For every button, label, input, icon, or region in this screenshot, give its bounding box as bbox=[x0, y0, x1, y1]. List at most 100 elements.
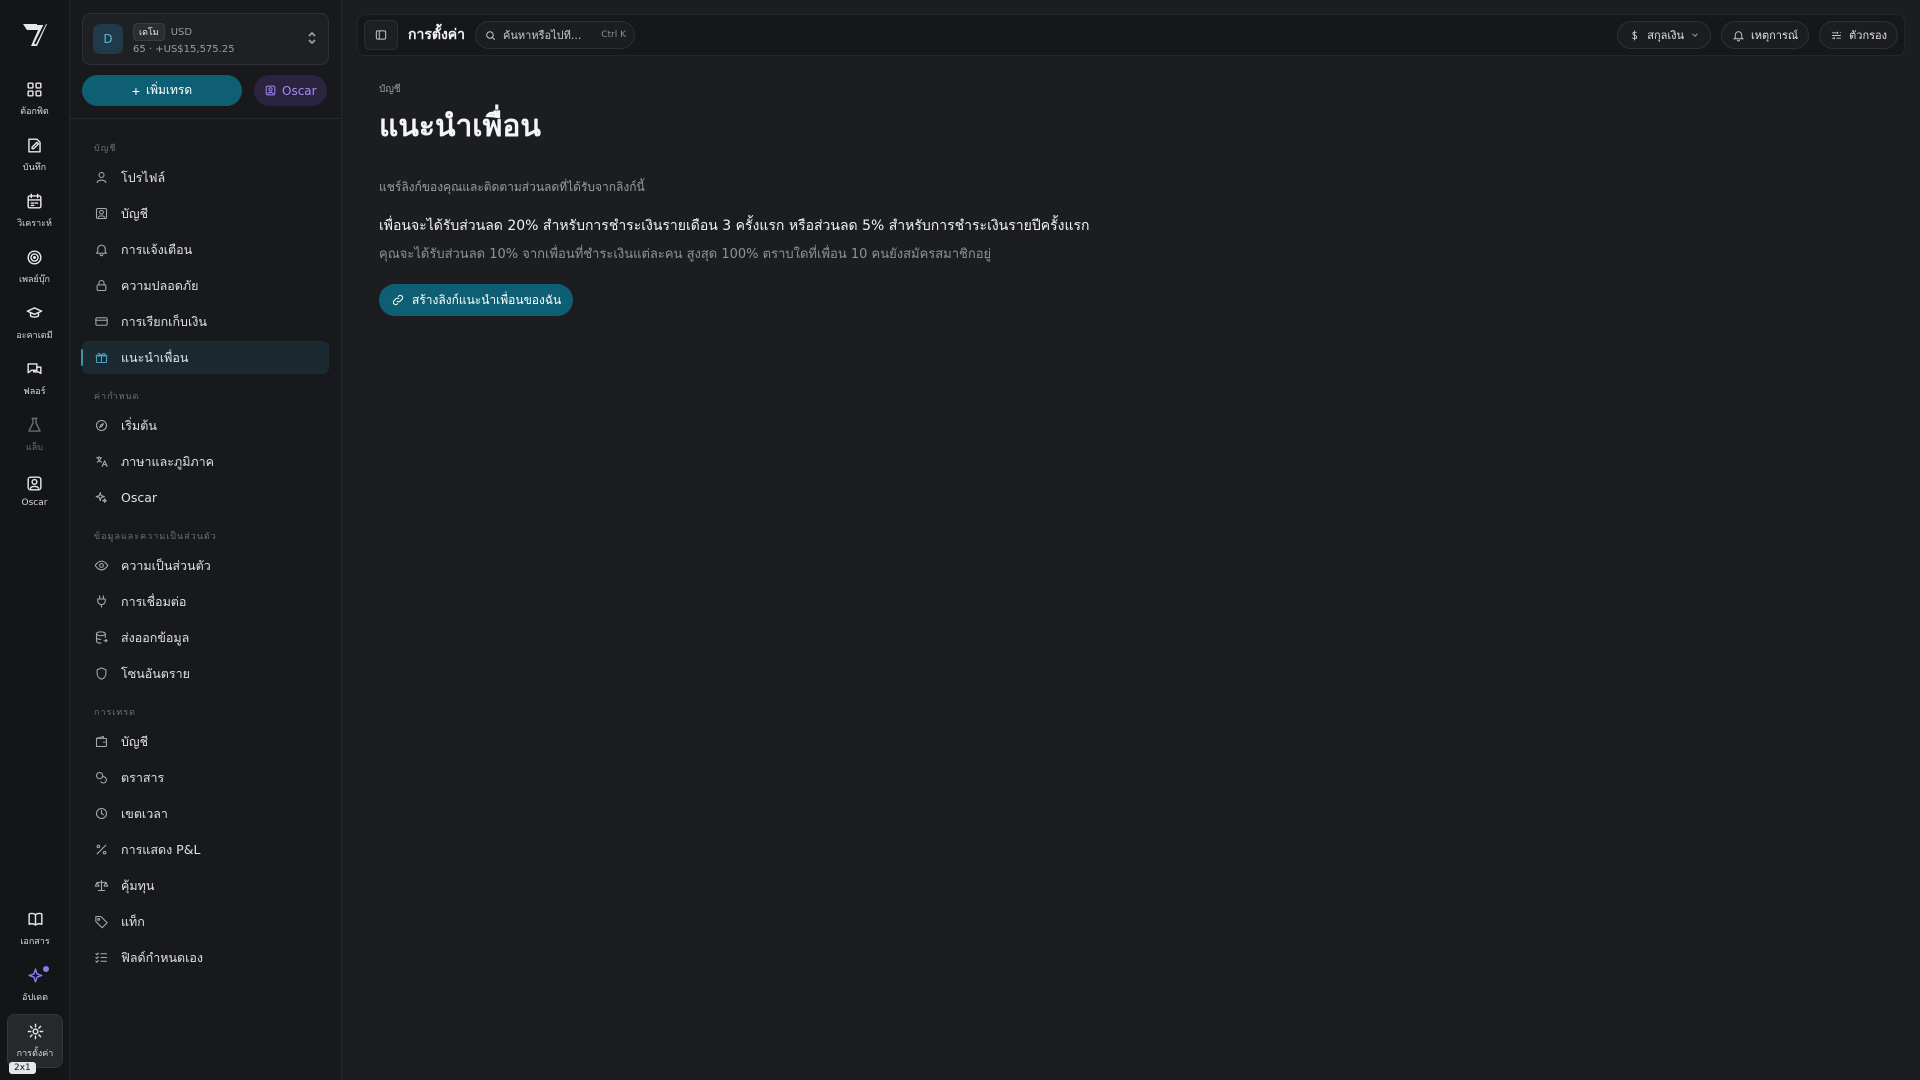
sidebar-item-language[interactable]: ภาษาและภูมิภาค bbox=[82, 445, 329, 478]
rail-item-analytics[interactable]: วิเคราะห์ bbox=[7, 184, 63, 238]
search-shortcut: Ctrl K bbox=[601, 30, 627, 40]
rail-item-floor[interactable]: ฟลอร์ bbox=[7, 352, 63, 406]
rail-item-academy[interactable]: อะคาเดมี bbox=[7, 296, 63, 350]
sidebar-item-label: ภาษาและภูมิภาค bbox=[121, 453, 215, 469]
sidebar-item-pnl-display[interactable]: การแสดง P&L bbox=[82, 833, 329, 866]
add-trade-button[interactable]: + เพิ่มเทรด bbox=[82, 75, 242, 106]
gear-icon bbox=[27, 1023, 43, 1040]
sidebar-item-instruments[interactable]: ตราสาร bbox=[82, 761, 329, 794]
rail-item-settings[interactable]: การตั้งค่า bbox=[7, 1014, 63, 1068]
app-logo-icon[interactable] bbox=[17, 16, 53, 52]
flask-icon bbox=[28, 417, 41, 432]
add-trade-label: เพิ่มเทรด bbox=[146, 83, 193, 97]
sidebar-item-label: การแสดง P&L bbox=[121, 841, 201, 857]
rail-label: เอกสาร bbox=[20, 937, 50, 947]
sidebar-item-label: เขตเวลา bbox=[121, 805, 168, 821]
search-box[interactable]: Ctrl K bbox=[475, 21, 636, 49]
lock-icon bbox=[96, 279, 107, 292]
coins-icon bbox=[95, 771, 107, 784]
currency-label: สกุลเงิน bbox=[1647, 29, 1685, 42]
rail-label: อะคาเดมี bbox=[16, 331, 53, 341]
rail-item-journal[interactable]: บันทึก bbox=[7, 128, 63, 182]
sidebar-item-label: คุ้มทุน bbox=[121, 877, 155, 893]
dashboard-icon bbox=[27, 82, 42, 97]
rail-label: บันทึก bbox=[22, 163, 47, 173]
user-icon bbox=[96, 171, 107, 184]
rail-item-updates[interactable]: อัปเดต bbox=[7, 958, 63, 1012]
divider bbox=[70, 118, 341, 119]
sidebar-item-security[interactable]: ความปลอดภัย bbox=[82, 269, 329, 302]
eye-icon bbox=[94, 560, 109, 571]
plug-icon bbox=[97, 595, 106, 608]
account-switcher[interactable]: D เดโม USD 65 · +US$15,575.25 bbox=[82, 13, 329, 65]
sidebar-item-notifications[interactable]: การแจ้งเตือน bbox=[82, 233, 329, 266]
search-input[interactable] bbox=[503, 28, 596, 42]
create-referral-link-label: สร้างลิงก์แนะนำเพื่อนของฉัน bbox=[412, 292, 562, 307]
scale-icon bbox=[94, 879, 109, 892]
sidebar-item-account[interactable]: บัญชี bbox=[82, 197, 329, 230]
section-title-account: บัญชี bbox=[94, 144, 117, 154]
notification-dot bbox=[43, 966, 49, 972]
sidebar-item-label: โปรไฟล์ bbox=[121, 169, 166, 185]
oscar-icon bbox=[265, 85, 276, 96]
chevron-updown-icon bbox=[306, 30, 318, 49]
sidebar-item-tags[interactable]: แท็ก bbox=[82, 905, 329, 938]
referral-section: บัญชี แนะนำเพื่อน แชร์ลิงก์ของคุณและติดต… bbox=[342, 56, 1920, 316]
rail-item-docs[interactable]: เอกสาร bbox=[7, 902, 63, 956]
sidebar-item-privacy[interactable]: ความเป็นส่วนตัว bbox=[82, 549, 329, 582]
sidebar-item-export[interactable]: ส่งออกข้อมูล bbox=[82, 621, 329, 654]
sidebar-item-trading-accounts[interactable]: บัญชี bbox=[82, 725, 329, 758]
sidebar-item-referral[interactable]: แนะนำเพื่อน bbox=[81, 341, 329, 374]
sidebar-item-label: Oscar bbox=[121, 490, 158, 505]
rail-bottom: เอกสาร อัปเดต การตั้งค่า bbox=[7, 902, 63, 1070]
sidebar-item-oscar[interactable]: Oscar bbox=[82, 481, 329, 514]
settings-sidebar: D เดโม USD 65 · +US$15,575.25 + เพิ่มเทร… bbox=[70, 0, 342, 1080]
id-card-icon bbox=[95, 207, 108, 220]
oscar-icon bbox=[27, 476, 42, 491]
plus-icon: + bbox=[131, 82, 140, 99]
sidebar-item-label: เริ่มต้น bbox=[121, 417, 157, 433]
sidebar-item-label: ความปลอดภัย bbox=[121, 277, 199, 293]
rail-label: Oscar bbox=[21, 498, 48, 508]
sidebar-item-billing[interactable]: การเรียกเก็บเงิน bbox=[82, 305, 329, 338]
sidebar-item-label: บัญชี bbox=[121, 205, 149, 221]
chevron-down-icon bbox=[1692, 33, 1698, 37]
toggle-sidebar-button[interactable] bbox=[364, 20, 398, 50]
account-balance: 65 · +US$15,575.25 bbox=[133, 44, 235, 55]
zoom-badge: 2x1 bbox=[9, 1062, 36, 1074]
currency-dropdown[interactable]: สกุลเงิน bbox=[1617, 21, 1712, 49]
bell-icon bbox=[1733, 30, 1744, 41]
top-bar: การตั้งค่า Ctrl K สกุลเงิน เหตุการณ์ ตัว… bbox=[357, 14, 1905, 56]
sidebar-item-label: แนะนำเพื่อน bbox=[121, 349, 189, 365]
oscar-button[interactable]: Oscar bbox=[254, 75, 327, 106]
sidebar-item-label: ความเป็นส่วนตัว bbox=[121, 557, 211, 573]
filters-button[interactable]: ตัวกรอง bbox=[1819, 21, 1898, 49]
rail-label: แล็บ bbox=[25, 443, 44, 453]
filter-sliders-icon bbox=[1832, 31, 1841, 39]
create-referral-link-button[interactable]: สร้างลิงก์แนะนำเพื่อนของฉัน bbox=[379, 284, 574, 316]
rail-item-lab[interactable]: แล็บ bbox=[7, 408, 63, 462]
rail-label: เพลย์บุ๊ก bbox=[19, 275, 50, 285]
sidebar-item-timezone[interactable]: เขตเวลา bbox=[82, 797, 329, 830]
rail-item-playbook[interactable]: เพลย์บุ๊ก bbox=[7, 240, 63, 294]
rail-item-oscar[interactable]: Oscar bbox=[7, 464, 63, 518]
sidebar-item-breakeven[interactable]: คุ้มทุน bbox=[82, 869, 329, 902]
rail-item-cockpit[interactable]: ต้อกพิต bbox=[7, 72, 63, 126]
sidebar-item-danger-zone[interactable]: โซนอันตราย bbox=[82, 657, 329, 690]
gift-icon bbox=[95, 353, 108, 364]
sidebar-item-label: การแจ้งเตือน bbox=[121, 241, 193, 257]
events-label: เหตุการณ์ bbox=[1751, 29, 1799, 42]
list-check-icon bbox=[95, 952, 108, 963]
calendar-icon bbox=[27, 193, 42, 209]
sidebar-item-custom-fields[interactable]: ฟิลด์กำหนดเอง bbox=[82, 941, 329, 974]
sidebar-item-connections[interactable]: การเชื่อมต่อ bbox=[82, 585, 329, 618]
rail-label: ต้อกพิต bbox=[20, 107, 49, 117]
sidebar-item-defaults[interactable]: เริ่มต้น bbox=[82, 409, 329, 442]
wallet-icon bbox=[95, 735, 108, 748]
sidebar-item-profile[interactable]: โปรไฟล์ bbox=[82, 161, 329, 194]
credit-card-icon bbox=[95, 317, 108, 326]
events-button[interactable]: เหตุการณ์ bbox=[1721, 21, 1810, 49]
section-title-data-privacy: ข้อมูลและความเป็นส่วนตัว bbox=[94, 532, 217, 542]
sidebar-item-label: บัญชี bbox=[121, 733, 149, 749]
referral-reward: คุณจะได้รับส่วนลด 10% จากเพื่อนที่ชำระเง… bbox=[379, 247, 992, 262]
